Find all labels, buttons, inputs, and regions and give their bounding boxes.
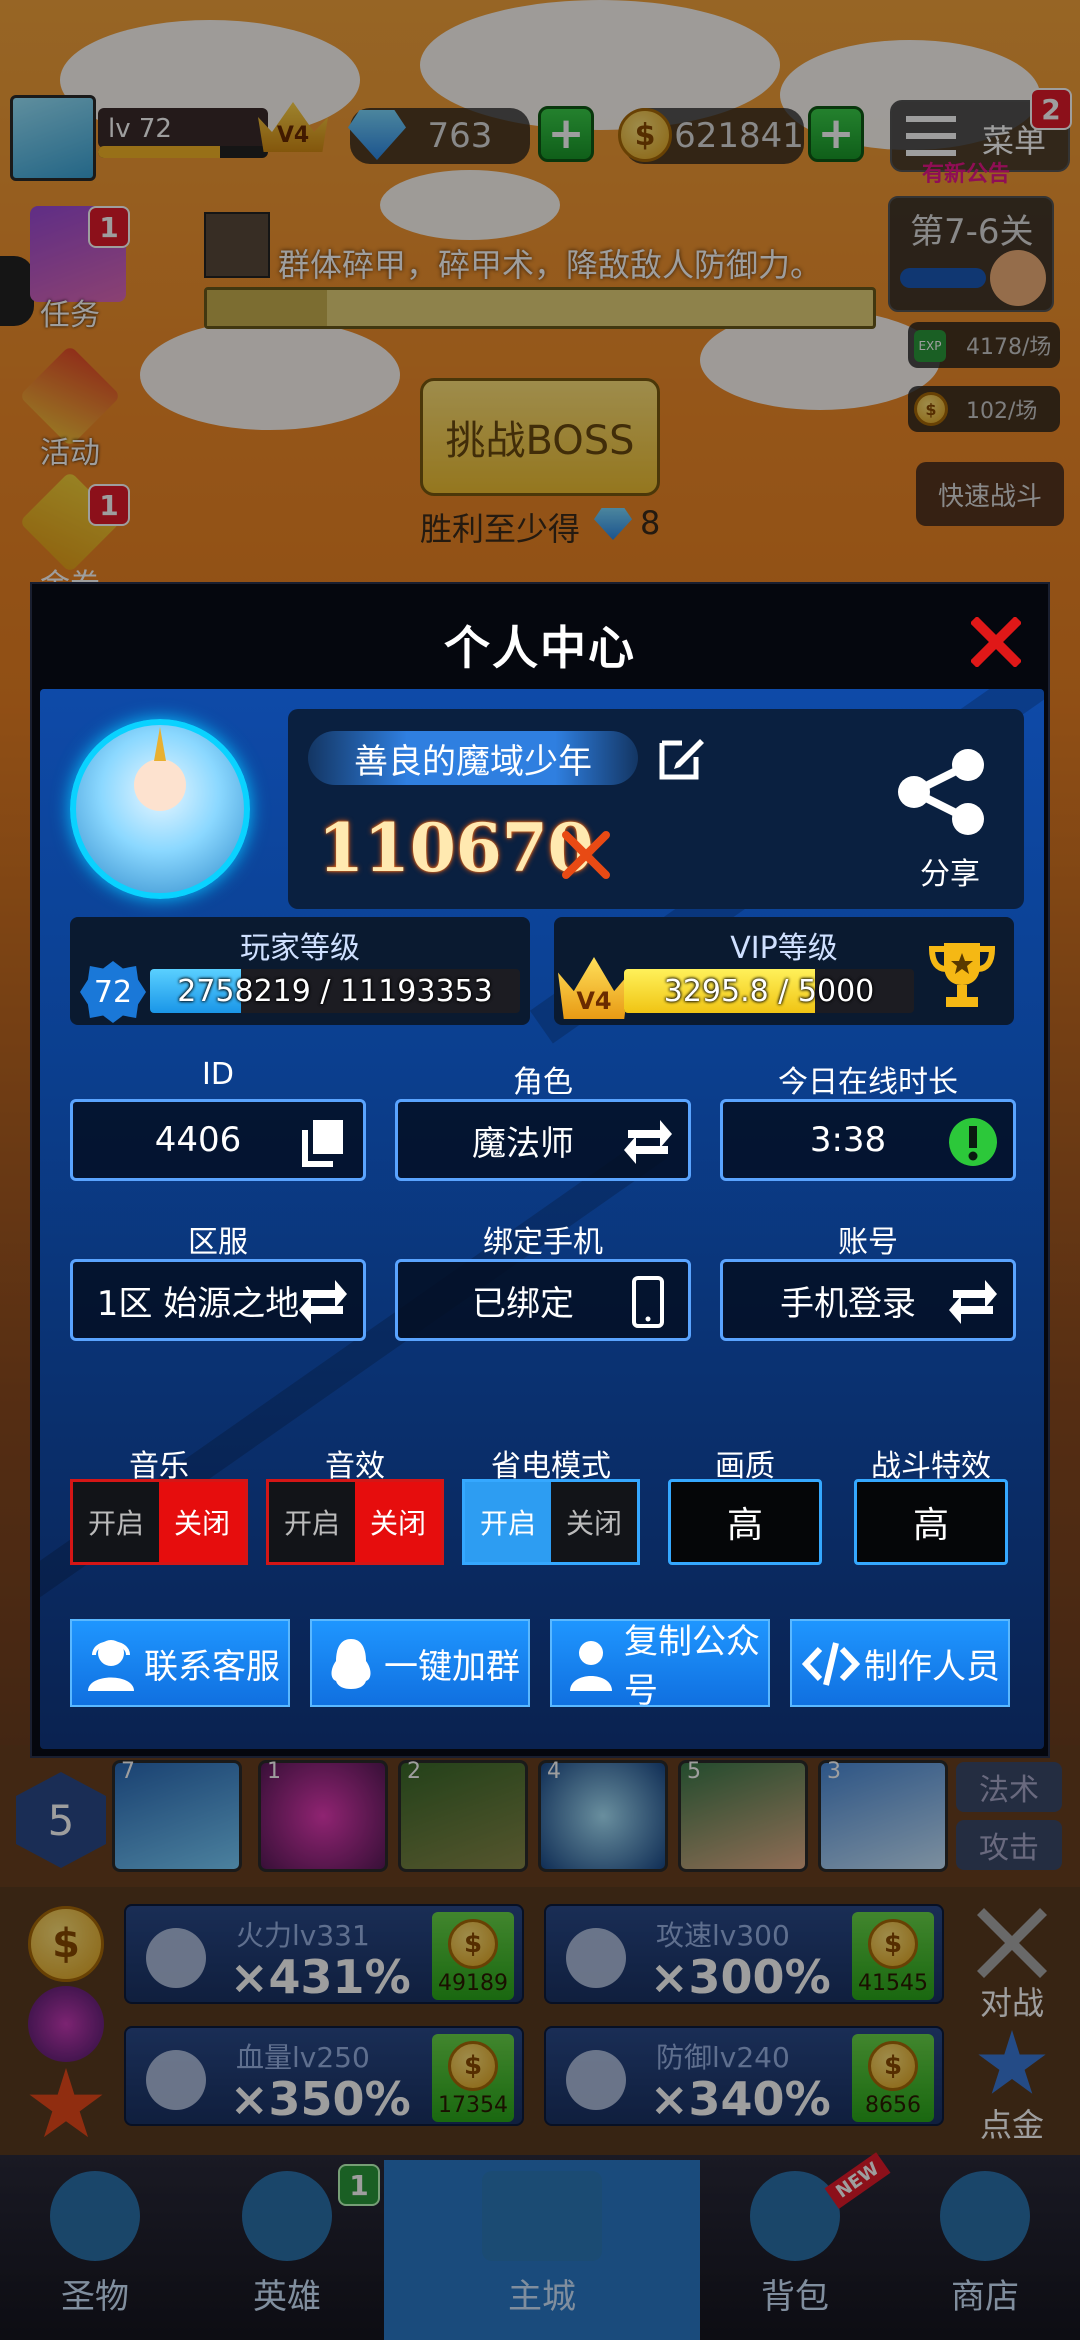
edit-icon (659, 739, 704, 780)
phone-value: 已绑定 (472, 1283, 574, 1324)
server-label: 区服 (188, 1225, 248, 1260)
copy-icon[interactable] (297, 1116, 349, 1168)
share-label: 分享 (920, 857, 980, 892)
avatar-face (134, 759, 186, 811)
qq-penguin-icon (331, 1639, 371, 1689)
phone-field[interactable]: 已绑定 (395, 1259, 691, 1341)
music-off-option[interactable]: 关闭 (159, 1482, 245, 1562)
role-label: 角色 (513, 1065, 573, 1100)
power-save-toggle[interactable]: 开启 关闭 (462, 1479, 640, 1565)
server-value: 1区 始源之地 (96, 1283, 300, 1324)
edit-name-button[interactable] (656, 731, 708, 783)
power-save-on-option[interactable]: 开启 (465, 1482, 551, 1562)
id-label: ID (202, 1057, 234, 1092)
id-field[interactable]: 4406 (70, 1099, 366, 1181)
credits-label: 制作人员 (864, 1646, 1000, 1687)
trophy-icon (928, 943, 996, 1007)
id-value: 4406 (154, 1120, 242, 1160)
panel-decoration (40, 1133, 668, 1675)
code-icon (802, 1642, 860, 1686)
sfx-on-option[interactable]: 开启 (269, 1482, 355, 1562)
vip-level-progress: 3295.8 / 5000 (663, 973, 875, 1009)
crossed-swords-icon (560, 829, 612, 881)
join-group-button[interactable]: 一键加群 (310, 1619, 530, 1707)
support-agent-icon (88, 1640, 134, 1691)
player-level-card: 玩家等级 72 2758219 / 11193353 (70, 917, 530, 1025)
contact-support-button[interactable]: 联系客服 (70, 1619, 290, 1707)
sfx-toggle[interactable]: 开启 关闭 (266, 1479, 444, 1565)
contact-support-label: 联系客服 (144, 1646, 280, 1687)
role-field[interactable]: 魔法师 (395, 1099, 691, 1181)
music-on-option[interactable]: 开启 (73, 1482, 159, 1562)
avatar-horn (154, 727, 166, 761)
player-info-card: 善良的魔域少年 110670 分享 (288, 709, 1024, 909)
vip-level-card: VIP等级 V4 3295.8 / 5000 (554, 917, 1014, 1025)
user-icon (570, 1641, 612, 1691)
combat-power: 110670 (318, 809, 594, 887)
profile-dialog: 个人中心 善良的魔域少年 110670 分享 玩家等级 72 2758219 /… (30, 582, 1050, 1758)
level-badge: 72 (80, 961, 146, 1023)
phone-label: 绑定手机 (483, 1225, 603, 1260)
sfx-off-option[interactable]: 关闭 (355, 1482, 441, 1562)
close-icon (971, 617, 1021, 667)
copy-official-account-button[interactable]: 复制公众号 (550, 1619, 770, 1711)
close-button[interactable] (966, 612, 1026, 672)
online-time-field: 3:38 (720, 1099, 1016, 1181)
swap-icon[interactable] (947, 1276, 999, 1328)
role-value: 魔法师 (472, 1123, 574, 1164)
trophy-button[interactable] (922, 935, 1002, 1015)
player-level-progress: 2758219 / 11193353 (177, 973, 493, 1009)
server-field[interactable]: 1区 始源之地 (70, 1259, 366, 1341)
battle-effects-selector[interactable]: 高 (854, 1479, 1008, 1565)
online-time-label: 今日在线时长 (778, 1065, 958, 1100)
power-save-off-option[interactable]: 关闭 (551, 1482, 637, 1562)
swap-icon[interactable] (297, 1276, 349, 1328)
credits-button[interactable]: 制作人员 (790, 1619, 1010, 1707)
online-time-value: 3:38 (809, 1120, 887, 1160)
alert-icon[interactable] (947, 1116, 999, 1168)
profile-panel: 善良的魔域少年 110670 分享 玩家等级 72 2758219 / 1119… (40, 689, 1044, 1749)
copy-official-account-label: 复制公众号 (624, 1622, 760, 1711)
profile-avatar[interactable] (70, 719, 250, 899)
share-icon (898, 749, 984, 835)
dialog-title: 个人中心 (444, 621, 636, 675)
music-toggle[interactable]: 开启 关闭 (70, 1479, 248, 1565)
account-value: 手机登录 (780, 1283, 916, 1324)
share-button[interactable] (892, 747, 988, 837)
phone-icon (632, 1276, 664, 1328)
swap-icon[interactable] (622, 1116, 674, 1168)
account-label: 账号 (838, 1225, 898, 1260)
account-field[interactable]: 手机登录 (720, 1259, 1016, 1341)
join-group-label: 一键加群 (384, 1646, 520, 1687)
player-level-title: 玩家等级 (240, 931, 360, 966)
quality-selector[interactable]: 高 (668, 1479, 822, 1565)
player-name: 善良的魔域少年 (308, 731, 638, 785)
